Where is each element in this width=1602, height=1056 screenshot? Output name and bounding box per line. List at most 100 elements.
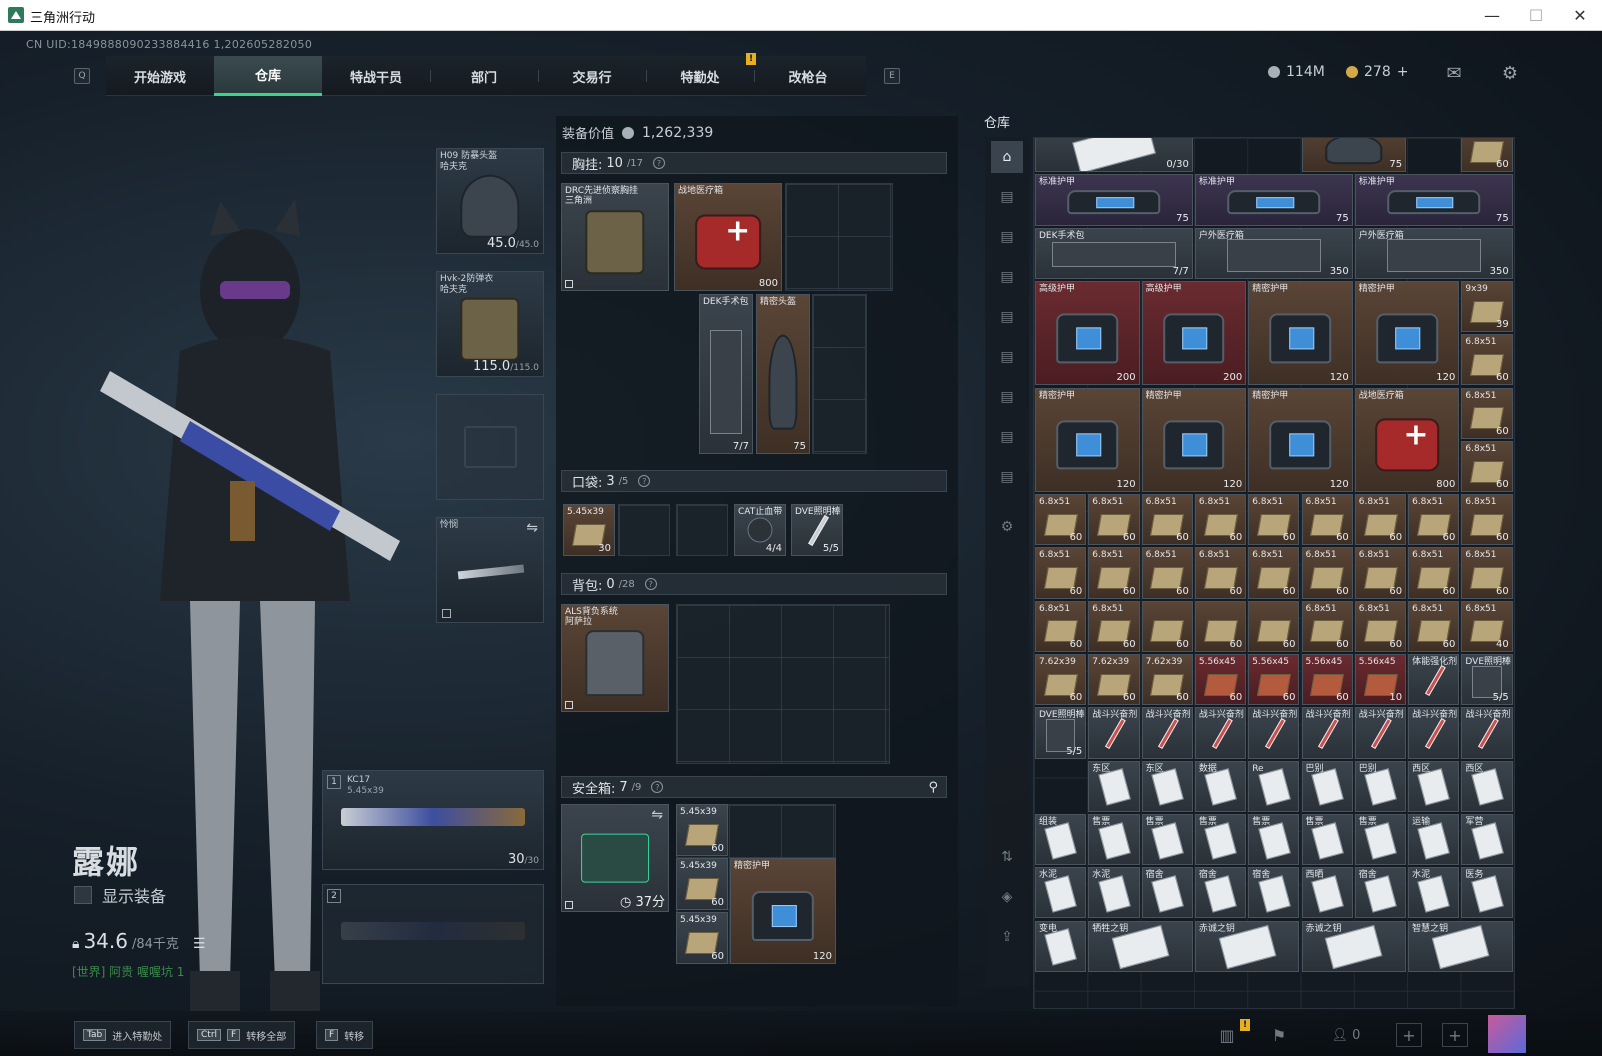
stash-item[interactable]: 西晒 (1301, 867, 1353, 919)
stash-layers-icon[interactable]: ◈ (991, 881, 1023, 913)
stash-item[interactable]: 6.8x51 60 (1194, 547, 1247, 599)
stash-item[interactable]: Re (1248, 760, 1300, 812)
stash-item[interactable]: 5.56x45 60 (1194, 654, 1247, 706)
stash-item[interactable]: 6.8x51 60 (1088, 600, 1140, 652)
stash-item[interactable]: 高级护甲 200 (1141, 280, 1247, 386)
stash-item[interactable]: 宿舍 (1194, 867, 1247, 919)
stash-item[interactable]: 6.8x51 60 (1141, 494, 1193, 546)
stash-item[interactable]: 户外医疗箱 350 (1354, 227, 1513, 279)
chest-grid[interactable] (812, 294, 867, 454)
safebox-ammo-item[interactable]: 5.45x39 60 (676, 858, 728, 910)
tab-start-game[interactable]: 开始游戏 (106, 56, 214, 96)
stash-item[interactable]: 6.8x51 60 (1461, 547, 1513, 599)
stash-item[interactable]: 6.8x51 60 (1461, 334, 1513, 386)
stash-item[interactable]: 体能强化剂 (1408, 654, 1460, 706)
backpack-grid[interactable] (676, 604, 890, 764)
stash-item[interactable]: 高级护甲 200 (1035, 280, 1140, 386)
stash-page-icon[interactable]: ▤ (991, 221, 1023, 253)
stash-item[interactable]: 9x3960 (1461, 138, 1513, 173)
help-icon[interactable]: ? (651, 781, 664, 793)
stash-item[interactable]: 6.8x51 60 (1035, 494, 1087, 546)
tab-department[interactable]: 部门 (430, 56, 538, 96)
mail-icon[interactable]: ✉ (1442, 62, 1466, 84)
stash-item[interactable]: 7.62x39 60 (1035, 654, 1087, 706)
stash-sort-icon[interactable]: ⇅ (991, 841, 1023, 873)
stash-item[interactable]: 精密头盔75 (1301, 138, 1407, 173)
show-equipment-checkbox[interactable] (74, 886, 92, 904)
stash-item[interactable]: 6.8x51 60 (1248, 547, 1300, 599)
stash-item[interactable]: 售票 (1354, 813, 1407, 866)
stash-item[interactable]: 5.56x45 60 (1301, 654, 1353, 706)
weight-list-icon[interactable]: ☰ (193, 936, 206, 952)
stash-item[interactable]: 赤诚之钥 (1301, 920, 1407, 972)
stash-item[interactable]: 战地医疗箱 800 (1354, 387, 1460, 493)
tab-special-ops[interactable]: 特勤处 (646, 56, 754, 96)
pocket-empty-slot[interactable] (618, 504, 670, 556)
stash-item[interactable]: 60 (1141, 600, 1193, 652)
surgery-kit-item[interactable]: DEK手术包 7/7 (699, 294, 753, 454)
chest-grid[interactable] (785, 183, 893, 291)
stash-item[interactable]: 宿舍 (1248, 867, 1300, 919)
stash-item[interactable]: 6.8x51 60 (1408, 494, 1460, 546)
stash-item[interactable]: 6.8x51 60 (1088, 494, 1140, 546)
stash-item[interactable]: 西区 (1461, 760, 1513, 812)
stash-item[interactable]: 6.8x51 60 (1088, 547, 1140, 599)
secondary-weapon-slot[interactable]: 2 (322, 884, 544, 984)
stash-home-icon[interactable]: ⌂ (991, 141, 1023, 173)
nav-key-right[interactable]: E (884, 68, 900, 84)
transfer-button[interactable]: F 转移 (316, 1021, 374, 1049)
nav-key-left[interactable]: Q (74, 68, 90, 84)
show-equipment-toggle[interactable]: 显示装备 (74, 883, 166, 907)
world-chat-line[interactable]: [世界] 阿贵 喔喔坑 1 (72, 963, 184, 980)
settings-gear-icon[interactable]: ⚙ (1498, 62, 1522, 84)
stash-item[interactable]: 7.62x39 60 (1088, 654, 1140, 706)
stash-item[interactable]: 6.8x51 60 (1301, 547, 1353, 599)
stash-item[interactable]: 60 (1194, 600, 1247, 652)
player-avatar[interactable] (1488, 1015, 1526, 1053)
stash-item[interactable]: 6.8x51 60 (1301, 494, 1353, 546)
stash-item[interactable]: 战斗兴奋剂 (1248, 707, 1300, 759)
stash-item[interactable]: 水泥 (1035, 867, 1087, 919)
stash-page-icon[interactable]: ▤ (991, 381, 1023, 413)
stash-item[interactable]: 标准护甲 75 (1035, 174, 1193, 226)
stash-item[interactable]: 5.56x45 60 (1248, 654, 1300, 706)
stash-item[interactable]: 医务 (1461, 867, 1513, 919)
maximize-button[interactable]: ☐ (1514, 0, 1558, 31)
help-icon[interactable]: ? (653, 157, 666, 169)
stash-settings-icon[interactable]: ⚙ (991, 511, 1023, 543)
stash-item[interactable]: 军营 (1461, 813, 1513, 866)
stash-item[interactable]: 精密护甲 120 (1035, 387, 1140, 493)
add-teammate-button[interactable]: + (1442, 1023, 1468, 1047)
stash-item[interactable]: 精密护甲 120 (1248, 387, 1353, 493)
stash-upload-icon[interactable]: ⇪ (991, 921, 1023, 953)
minimize-button[interactable]: — (1470, 0, 1514, 31)
close-button[interactable]: ✕ (1558, 0, 1602, 31)
chest-rig-item[interactable]: DRC先进侦察胸挂 三角洲 (561, 183, 669, 291)
stash-item[interactable]: 6.8x51 60 (1408, 547, 1460, 599)
stash-item[interactable]: 数据 (1194, 760, 1247, 812)
help-icon[interactable]: ? (638, 475, 651, 487)
add-teammate-button[interactable]: + (1396, 1023, 1422, 1047)
stash-item[interactable]: 60 (1248, 600, 1300, 652)
stats-chart-icon[interactable]: ▥ (1214, 1023, 1240, 1047)
stash-item[interactable]: 东区 (1141, 760, 1193, 812)
stash-item[interactable]: 6.8x51 60 (1035, 600, 1087, 652)
backpack-item[interactable]: ALS背负系统 阿萨拉 (561, 604, 669, 712)
add-gold-button[interactable]: + (1397, 64, 1409, 80)
stash-item[interactable]: 5.56x45 10 (1354, 654, 1407, 706)
stash-item[interactable]: 售票 (1194, 813, 1247, 866)
stash-item[interactable]: 6.8x51 60 (1354, 600, 1407, 652)
stash-item[interactable]: 0/30 (1035, 138, 1193, 173)
stash-item[interactable]: 户外医疗箱 350 (1194, 227, 1353, 279)
stash-page-icon[interactable]: ▤ (991, 341, 1023, 373)
primary-weapon-slot[interactable]: 1 KC17 5.45x39 30/30 (322, 770, 544, 870)
stash-item[interactable]: 赤诚之钥 (1194, 920, 1300, 972)
stash-item[interactable]: 6.8x51 60 (1301, 600, 1353, 652)
stash-item[interactable]: 6.8x51 40 (1461, 600, 1513, 652)
stash-page-icon[interactable]: ▤ (991, 301, 1023, 333)
stash-item[interactable]: 6.8x51 60 (1354, 494, 1407, 546)
stash-item[interactable]: 巴别 (1301, 760, 1353, 812)
stash-item[interactable]: 6.8x51 60 (1248, 494, 1300, 546)
stash-item[interactable]: 售票 (1248, 813, 1300, 866)
swap-icon[interactable]: ⇋ (651, 807, 663, 823)
